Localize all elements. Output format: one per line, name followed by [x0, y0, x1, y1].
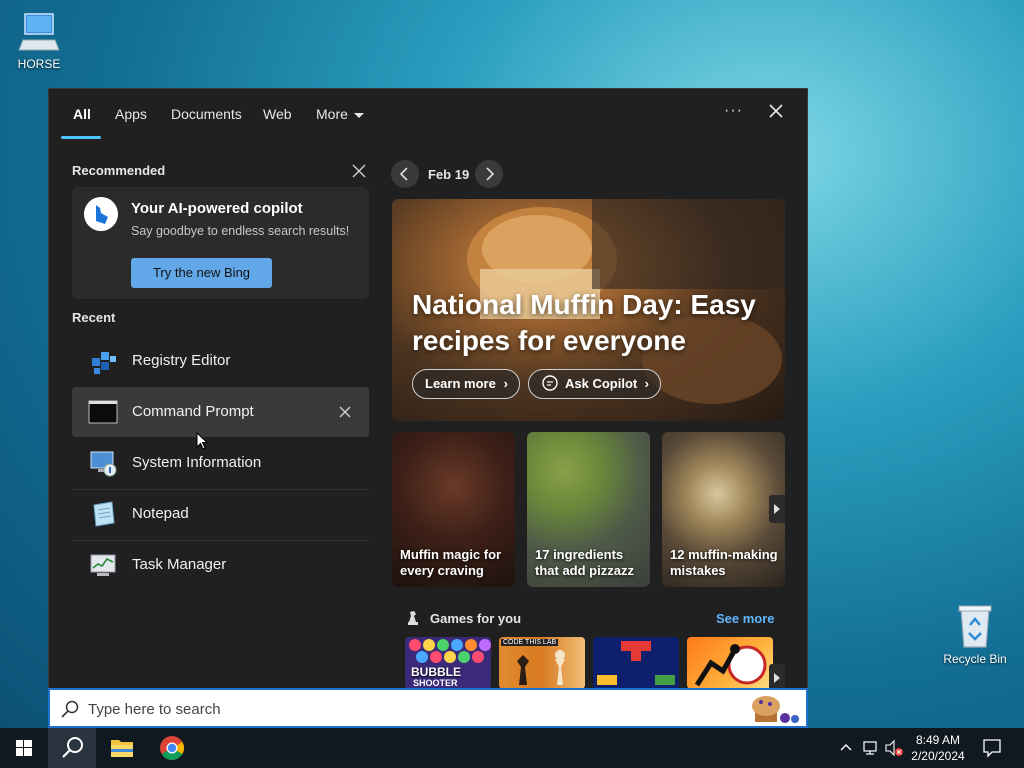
recent-item-label: Command Prompt [132, 403, 254, 420]
recent-item-label: Notepad [132, 505, 189, 522]
network-icon[interactable] [862, 739, 880, 757]
next-day-button[interactable] [475, 160, 503, 188]
recent-item-task-manager[interactable]: Task Manager [72, 540, 369, 590]
stickman-art [694, 644, 767, 687]
recent-item-label: System Information [132, 454, 262, 471]
game-thumbnail-stickman[interactable] [687, 637, 773, 689]
desktop-icon-recycle-bin[interactable]: Recycle Bin [940, 603, 1010, 666]
more-options-icon[interactable]: ··· [724, 102, 743, 120]
previous-day-button[interactable] [391, 160, 419, 188]
recent-item-command-prompt[interactable]: Command Prompt [72, 387, 369, 437]
active-tab-indicator [61, 136, 101, 139]
dismiss-recommended-icon[interactable] [351, 163, 367, 179]
news-tile[interactable]: 17 ingredients that add pizzazz [527, 432, 650, 587]
game-thumbnail-bubble-shooter[interactable]: BUBBLE SHOOTER [405, 637, 491, 689]
news-tile[interactable]: 12 muffin-making mistakes [662, 432, 785, 587]
chrome-icon [160, 736, 185, 761]
notifications-icon[interactable] [982, 738, 1002, 758]
news-tile-caption: Muffin magic for every craving [400, 547, 502, 578]
chat-bubble-icon [542, 375, 558, 391]
remove-recent-icon[interactable] [338, 405, 352, 419]
blocks-art [597, 641, 675, 685]
volume-muted-icon[interactable] [884, 739, 904, 757]
notepad-icon [93, 501, 115, 527]
search-icon [62, 737, 83, 758]
recent-item-label: Task Manager [132, 556, 227, 573]
recommended-heading: Recommended [72, 163, 166, 178]
search-taskbar-button[interactable] [48, 728, 96, 768]
game-thumbnail-blocks[interactable] [593, 637, 679, 689]
search-bar [48, 688, 808, 728]
see-more-games-link[interactable]: See more [716, 611, 775, 626]
clock-time: 8:49 AM [915, 733, 961, 747]
recent-item-registry-editor[interactable]: Registry Editor [72, 336, 369, 386]
news-tile-caption: 17 ingredients that add pizzazz [535, 547, 634, 578]
desktop-icon-horse[interactable]: HORSE [4, 10, 74, 71]
chess-piece-icon [408, 611, 418, 625]
tab-documents[interactable]: Documents [171, 106, 242, 122]
registry-editor-icon [92, 352, 116, 374]
start-button[interactable] [0, 728, 48, 768]
system-information-icon [90, 451, 117, 477]
clock[interactable]: 8:49 AM 2/20/2024 [905, 732, 971, 764]
copilot-card-title: Your AI-powered copilot [131, 200, 303, 217]
chess-pieces-art [517, 650, 565, 685]
search-panel: All Apps Documents Web More ··· Recommen… [48, 88, 808, 728]
chevron-left-icon [399, 167, 408, 181]
chevron-up-icon[interactable] [838, 740, 854, 756]
copilot-card: Your AI-powered copilot Say goodbye to e… [72, 187, 369, 299]
recent-item-label: Registry Editor [132, 352, 231, 369]
bing-logo-icon [84, 197, 118, 231]
chevron-right-icon [486, 167, 495, 181]
game-thumbnail-chess[interactable]: CODE THIS LAB [499, 637, 585, 689]
muffin-doodle-icon[interactable] [743, 692, 803, 726]
tab-more[interactable]: More [316, 106, 364, 122]
games-heading: Games for you [430, 611, 522, 626]
search-input[interactable] [88, 698, 688, 720]
caret-right-icon [774, 504, 780, 514]
computer-icon [18, 13, 60, 51]
tab-all[interactable]: All [73, 106, 91, 122]
news-date: Feb 19 [428, 167, 470, 182]
search-icon [61, 700, 79, 718]
recycle-bin-icon [958, 605, 992, 648]
taskbar: 8:49 AM 2/20/2024 [0, 728, 1024, 768]
search-tabs: All Apps Documents Web More ··· [49, 89, 807, 141]
learn-more-button[interactable]: Learn more › [412, 369, 520, 399]
task-manager-icon [90, 554, 116, 576]
folder-icon [111, 740, 133, 757]
copilot-card-subtitle: Say goodbye to endless search results! [131, 224, 350, 238]
hero-news-title: National Muffin Day: Easy recipes for ev… [412, 289, 756, 356]
windows-logo-icon [16, 740, 32, 756]
tab-web[interactable]: Web [263, 106, 292, 122]
recent-heading: Recent [72, 310, 116, 325]
game-title-text: BUBBLE [411, 665, 461, 679]
desktop-icon-label: HORSE [17, 57, 61, 71]
news-tile[interactable]: Muffin magic for every craving [392, 432, 515, 587]
chevron-right-icon: › [644, 376, 649, 391]
close-icon[interactable] [766, 101, 786, 121]
chevron-right-icon: › [503, 376, 508, 391]
chevron-down-icon [353, 112, 364, 118]
tiles-next-button[interactable] [769, 495, 785, 523]
ask-copilot-label: Ask Copilot [565, 376, 638, 391]
tab-apps[interactable]: Apps [115, 106, 147, 122]
clock-date: 2/20/2024 [911, 749, 965, 763]
recent-item-notepad[interactable]: Notepad [72, 489, 369, 539]
chrome-button[interactable] [148, 728, 196, 768]
mouse-cursor-icon [196, 432, 209, 450]
try-bing-button[interactable]: Try the new Bing [131, 258, 272, 288]
file-explorer-button[interactable] [98, 728, 146, 768]
recent-item-system-information[interactable]: System Information [72, 438, 369, 488]
command-prompt-icon [88, 400, 118, 424]
ask-copilot-button[interactable]: Ask Copilot › [528, 369, 661, 399]
hero-news-card[interactable]: National Muffin Day: Easy recipes for ev… [392, 199, 785, 421]
game-title-text: SHOOTER [413, 678, 458, 688]
tab-more-label: More [316, 106, 348, 122]
learn-more-label: Learn more [425, 376, 496, 391]
news-tile-caption: 12 muffin-making mistakes [670, 547, 778, 578]
desktop-icon-label: Recycle Bin [943, 652, 1007, 666]
